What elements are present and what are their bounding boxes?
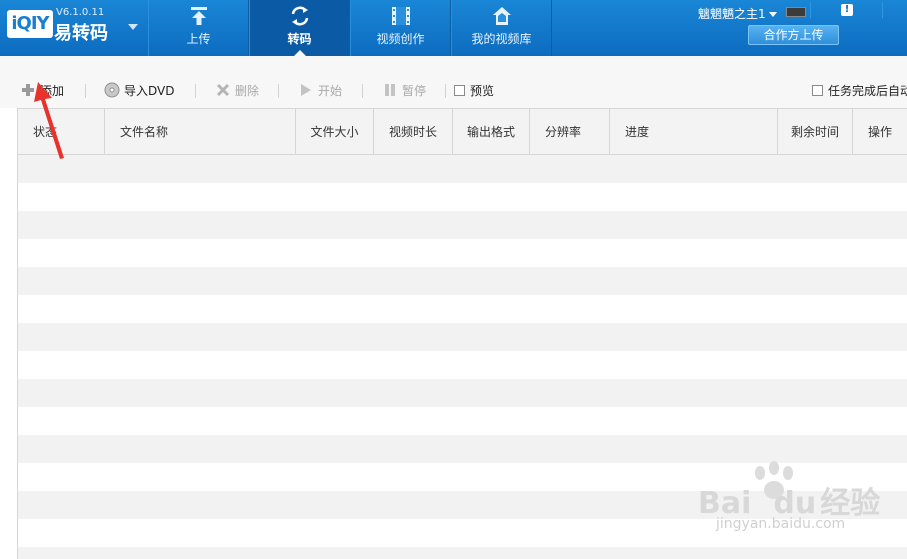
- table-row-empty: [18, 211, 907, 239]
- preview-label: 预览: [470, 84, 495, 98]
- table-row-empty: [18, 379, 907, 407]
- column-header-progress[interactable]: 进度: [610, 109, 778, 155]
- auto-after-complete-label: 任务完成后自动: [828, 84, 907, 98]
- pause-button[interactable]: 暂停: [382, 82, 426, 100]
- checkbox-icon: [454, 85, 465, 96]
- user-menu[interactable]: 魑魍魉之主1: [698, 5, 778, 22]
- tab-video-create-label: 视频创作: [376, 32, 425, 46]
- divider: [445, 84, 446, 98]
- column-header-filename[interactable]: 文件名称: [105, 109, 296, 155]
- column-header-actions[interactable]: 操作: [853, 109, 907, 155]
- disc-icon: [104, 82, 120, 98]
- table-row-empty: [18, 239, 907, 267]
- table-row-empty: [18, 323, 907, 351]
- play-icon: [298, 82, 314, 98]
- chevron-down-icon: [769, 12, 778, 17]
- delete-button[interactable]: 删除: [215, 82, 259, 100]
- delete-label: 删除: [235, 84, 260, 98]
- tab-transcode-label: 转码: [287, 32, 312, 46]
- pause-label: 暂停: [402, 84, 427, 98]
- tab-transcode[interactable]: 转码: [249, 0, 350, 56]
- table-row-empty: [18, 407, 907, 435]
- iqiyi-logo: iQIY: [7, 10, 53, 38]
- username: 魑魍魉之主1: [698, 7, 766, 21]
- column-header-output-format[interactable]: 输出格式: [453, 109, 530, 155]
- partner-upload-button[interactable]: 合作方上传: [748, 25, 839, 45]
- preview-checkbox[interactable]: 预览: [454, 82, 494, 100]
- divider: [882, 2, 883, 18]
- tab-upload[interactable]: 上传: [148, 0, 249, 56]
- delete-x-icon: [215, 82, 231, 98]
- vip-badge-icon: [786, 7, 806, 17]
- tab-video-create[interactable]: 视频创作: [350, 0, 451, 56]
- film-icon: [351, 0, 450, 30]
- divider: [85, 84, 86, 98]
- column-header-duration[interactable]: 视频时长: [374, 109, 453, 155]
- table-row-empty: [18, 155, 907, 183]
- start-button[interactable]: 开始: [298, 82, 342, 100]
- home-icon: [452, 0, 551, 30]
- table-row-empty: [18, 295, 907, 323]
- auto-after-complete-checkbox[interactable]: 任务完成后自动: [812, 82, 907, 100]
- table-row-empty: [18, 351, 907, 379]
- app-logo: iQIY V6.1.0.11 易转码: [0, 0, 148, 56]
- table-header: 状态 文件名称 文件大小 视频时长 输出格式 分辨率 进度 剩余时间 操作: [18, 108, 907, 155]
- tab-upload-label: 上传: [186, 32, 211, 46]
- app-menu-dropdown-icon[interactable]: [128, 24, 138, 30]
- divider: [278, 84, 279, 98]
- divider: [195, 84, 196, 98]
- pause-icon: [382, 82, 398, 98]
- checkbox-icon: [812, 85, 823, 96]
- table-row-empty: [18, 183, 907, 211]
- top-bar: iQIY V6.1.0.11 易转码 上传 转码 视频创作 我的视频库 魑魍魉之…: [0, 0, 907, 56]
- column-header-resolution[interactable]: 分辨率: [530, 109, 610, 155]
- notice-icon[interactable]: !: [841, 4, 853, 16]
- divider: [810, 2, 811, 18]
- app-version: V6.1.0.11: [56, 7, 105, 18]
- column-header-filesize[interactable]: 文件大小: [296, 109, 374, 155]
- import-dvd-label: 导入DVD: [124, 84, 175, 98]
- watermark-url: jingyan.baidu.com: [716, 516, 846, 532]
- toolbar: 添加 导入DVD 删除 开始 暂停 预览 任务完成后自动: [0, 56, 907, 108]
- divider: [362, 84, 363, 98]
- tab-my-video-library-label: 我的视频库: [471, 32, 532, 46]
- tab-my-video-library[interactable]: 我的视频库: [451, 0, 552, 56]
- column-header-remaining-time[interactable]: 剩余时间: [778, 109, 853, 155]
- import-dvd-button[interactable]: 导入DVD: [104, 82, 174, 100]
- upload-icon: [149, 0, 248, 30]
- start-label: 开始: [318, 84, 343, 98]
- table-row-empty: [18, 267, 907, 295]
- app-name: 易转码: [54, 23, 108, 44]
- annotation-arrow-icon: [34, 82, 64, 159]
- table-row-empty: [18, 547, 907, 559]
- transcode-icon: [250, 0, 349, 30]
